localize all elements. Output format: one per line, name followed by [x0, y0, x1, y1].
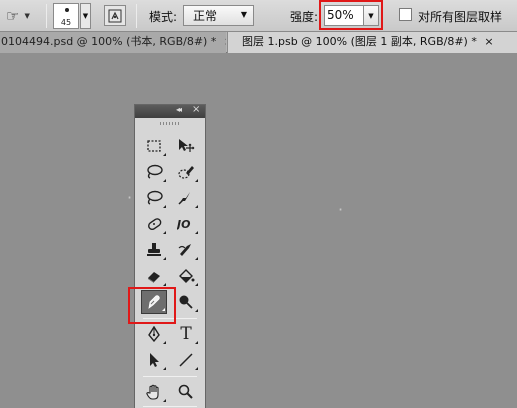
quick-select-brush-icon [178, 166, 194, 179]
mode-label: 模式: [149, 10, 178, 24]
divider [136, 4, 137, 28]
move-tool[interactable] [173, 134, 199, 158]
clone-stamp-tool[interactable] [141, 238, 167, 262]
dodge-tool[interactable] [173, 290, 199, 314]
line-tool[interactable] [173, 348, 199, 372]
sample-all-layers-label: 对所有图层取样 [418, 10, 503, 24]
line-icon [179, 353, 193, 367]
close-icon[interactable]: × [484, 35, 493, 48]
crop-icon [178, 192, 190, 205]
lasso-tool-2[interactable] [141, 186, 167, 210]
strength-label: 强度: [290, 10, 319, 24]
brush-tool[interactable]: JO [173, 212, 199, 236]
document-tab-bar: 0104494.psd @ 100% (书本, RGB/8#) * × 图层 1… [0, 32, 517, 53]
bandage-icon [148, 218, 162, 231]
dodge-icon [179, 295, 193, 309]
highlight-box [128, 287, 176, 324]
divider [143, 406, 197, 407]
brush-panel-icon [108, 9, 122, 22]
dashed-rectangle-icon [147, 140, 161, 152]
document-tab-active[interactable]: 图层 1.psb @ 100% (图层 1 副本, RGB/8#) * × [227, 32, 517, 53]
magnifier-icon [178, 384, 193, 399]
path-selection-tool[interactable] [141, 348, 167, 372]
brush-preset-dropdown[interactable]: ▼ [80, 3, 91, 29]
hand-icon [146, 384, 159, 400]
pen-icon [148, 326, 160, 342]
arrow-icon [150, 353, 159, 367]
collapse-icon[interactable]: ◂◂ [176, 105, 182, 114]
chevron-down-icon: ▼ [24, 12, 30, 20]
canvas-artifact: · [338, 200, 344, 219]
stamp-icon [147, 243, 161, 256]
brush-panel-button[interactable] [104, 5, 126, 26]
lasso-icon [147, 164, 163, 179]
sample-all-layers-checkbox[interactable] [399, 8, 412, 21]
chevron-down-icon: ▼ [82, 12, 89, 20]
mode-select[interactable]: 正常 ▼ [183, 5, 254, 26]
canvas-artifact: · [127, 188, 133, 207]
tab-label: 图层 1.psb @ 100% (图层 1 副本, RGB/8#) * [242, 35, 477, 48]
panel-grip[interactable] [160, 122, 180, 125]
highlight-box [319, 0, 383, 30]
history-brush-tool[interactable] [173, 238, 199, 262]
divider [46, 4, 47, 28]
bucket-icon [179, 269, 195, 283]
brush-preset-picker[interactable]: 45 [53, 3, 79, 29]
type-tool[interactable]: T [173, 322, 199, 346]
quick-selection-tool[interactable] [173, 160, 199, 184]
eraser-icon [148, 272, 160, 283]
brush-size: 45 [60, 18, 72, 27]
marquee-tool[interactable] [141, 134, 167, 158]
close-icon[interactable]: × [192, 104, 200, 115]
move-icon [179, 139, 195, 152]
tools-panel: ◂◂ × JO T [134, 104, 206, 408]
brush-icon: JO [177, 218, 190, 231]
spot-healing-brush-tool[interactable] [141, 212, 167, 236]
finger-icon: ☞ [6, 7, 20, 25]
options-bar: ☞ ▼ 45 ▼ 模式: 正常 ▼ 强度: 50% ▼ 对所有图层取样 [0, 0, 517, 32]
paint-bucket-tool[interactable] [173, 264, 199, 288]
hand-tool[interactable] [141, 380, 167, 404]
tool-preset-picker[interactable]: ☞ ▼ [4, 5, 42, 27]
crop-tool[interactable] [173, 186, 199, 210]
type-icon: T [180, 324, 192, 344]
document-tab[interactable]: 0104494.psd @ 100% (书本, RGB/8#) * × [0, 32, 226, 53]
brush-tip-icon [65, 8, 69, 12]
mode-value: 正常 [193, 9, 218, 23]
lasso-tool[interactable] [141, 160, 167, 184]
divider [143, 376, 197, 377]
pen-tool[interactable] [141, 322, 167, 346]
lasso-icon [147, 190, 163, 205]
chevron-down-icon: ▼ [240, 10, 247, 19]
history-brush-icon [178, 244, 191, 256]
eraser-tool[interactable] [141, 264, 167, 288]
zoom-tool[interactable] [173, 380, 199, 404]
tools-panel-header[interactable]: ◂◂ × [135, 104, 205, 118]
close-icon[interactable]: × [224, 35, 226, 48]
tab-label: 0104494.psd @ 100% (书本, RGB/8#) * [1, 35, 217, 48]
svg-text:JO: JO [177, 218, 190, 231]
